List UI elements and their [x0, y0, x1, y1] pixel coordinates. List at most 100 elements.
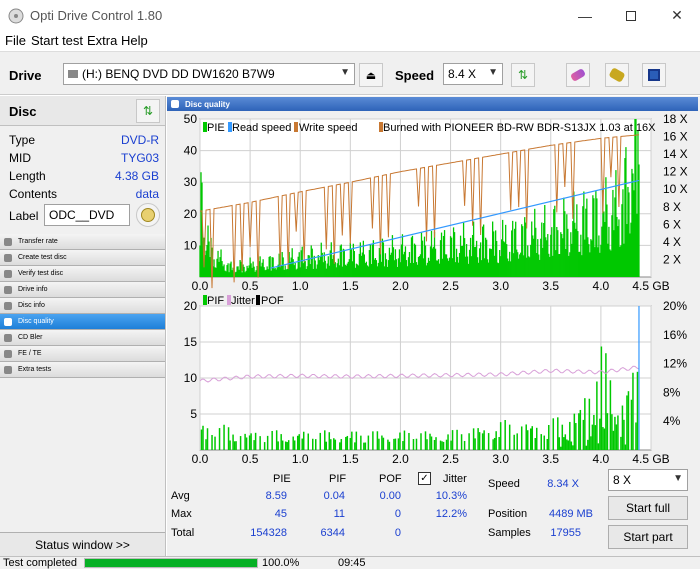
nav-label: CD Bler	[18, 334, 43, 341]
nav-disc-quality[interactable]: Disc quality	[0, 314, 165, 330]
stats-max-pif: 11	[333, 508, 345, 520]
disc-length-value: 4.38 GB	[114, 169, 159, 183]
progress-bar	[84, 558, 258, 568]
disc-mid-label: MID	[9, 151, 31, 165]
top-y-right-tick-label: 8 X	[663, 200, 681, 214]
close-button[interactable]: ✕	[654, 0, 700, 31]
legend-write-speed: Write speed	[299, 122, 358, 134]
top-x-tick-label: 2.5	[442, 279, 459, 293]
app-logo-icon	[8, 8, 24, 24]
stats-panel: PIE PIF POF ✓ Jitter Avg 8.59 0.04 0.00 …	[167, 466, 700, 556]
refresh-icon: ⇅	[142, 104, 154, 118]
elapsed-time: 09:45	[338, 557, 366, 569]
nav-label: Drive info	[18, 286, 48, 293]
legend-pof: POF	[261, 295, 284, 307]
jitter-checkbox[interactable]: ✓	[418, 472, 431, 485]
bottom-x-tick-label: 4.5 GB	[632, 452, 669, 466]
bottom-x-tick-label: 2.0	[392, 452, 409, 466]
position-label: Position	[488, 508, 528, 520]
nav-label: Disc info	[18, 302, 45, 309]
disc-type-value: DVD-R	[121, 133, 159, 147]
samples-label: Samples	[488, 527, 531, 539]
stats-total-pof: 0	[394, 527, 401, 539]
disc-label-input[interactable]: ODC__DVD	[44, 204, 130, 226]
eject-button[interactable]: ⏏	[359, 63, 383, 87]
disc-mid-value: TYG03	[120, 151, 159, 165]
copy-button[interactable]	[605, 63, 629, 87]
status-text: Test completed	[3, 557, 77, 569]
toolbar: Drive (H:) BENQ DVD DD DW1620 B7W9 ▼ ⏏ S…	[0, 51, 700, 95]
verify-disc-icon	[4, 270, 12, 278]
top-x-tick-label: 1.5	[342, 279, 359, 293]
disc-label-apply-button[interactable]	[136, 203, 160, 227]
refresh-icon: ⇅	[517, 68, 529, 82]
top-y-left-tick-label: 50	[184, 112, 198, 126]
extra-tests-icon	[4, 366, 12, 374]
legend-pie: PIE	[207, 122, 225, 134]
refresh-speed-button[interactable]: ⇅	[511, 63, 535, 87]
title-bar: Opti Drive Control 1.80 — ✕	[0, 0, 700, 31]
stats-max-pie: 45	[274, 508, 287, 520]
menu-start-test[interactable]: Start test	[31, 33, 83, 48]
nav-label: Verify test disc	[18, 270, 64, 277]
nav-drive-info[interactable]: Drive info	[0, 282, 165, 298]
fe-te-icon	[4, 350, 12, 358]
top-y-right-tick-label: 6 X	[663, 217, 681, 231]
drive-label: Drive	[9, 68, 42, 83]
nav-disc-info[interactable]: Disc info	[0, 298, 165, 314]
nav-label: FE / TE	[18, 350, 42, 357]
transfer-rate-icon	[4, 238, 12, 246]
nav-verify-test-disc[interactable]: Verify test disc	[0, 266, 165, 282]
speed-select[interactable]: 8.4 X ▼	[443, 63, 503, 85]
stats-max-label: Max	[171, 508, 192, 520]
menu-file[interactable]: File	[5, 33, 26, 48]
maximize-icon	[626, 10, 636, 21]
menu-help[interactable]: Help	[121, 33, 148, 48]
stats-header-pof: POF	[379, 473, 402, 485]
left-panel: Disc ⇅ Type DVD-R MID TYG03 Length 4.38 …	[0, 96, 166, 556]
save-button[interactable]	[642, 63, 666, 87]
legend-write-swatch	[294, 122, 298, 132]
legend-pof-swatch	[256, 295, 260, 305]
copy-icon	[608, 67, 626, 83]
stats-max-jitter: 12.2%	[435, 508, 467, 520]
minimize-icon: —	[578, 7, 592, 24]
nav-label: Extra tests	[18, 366, 52, 373]
top-y-left-tick-label: 40	[184, 144, 198, 158]
top-y-left-tick-label: 30	[184, 175, 198, 189]
status-window-button[interactable]: Status window >>	[0, 532, 165, 556]
bottom-x-tick-label: 2.5	[442, 452, 459, 466]
maximize-button[interactable]	[608, 0, 654, 31]
cd-bler-icon	[4, 334, 12, 342]
panel-header: Disc quality	[167, 97, 698, 111]
start-part-button[interactable]: Start part	[608, 525, 688, 549]
nav-transfer-rate[interactable]: Transfer rate	[0, 234, 165, 250]
drive-select[interactable]: (H:) BENQ DVD DD DW1620 B7W9 ▼	[63, 63, 355, 85]
stats-avg-pie: 8.59	[265, 490, 287, 502]
nav-create-test-disc[interactable]: Create test disc	[0, 250, 165, 266]
stats-max-pof: 0	[394, 508, 401, 520]
chevron-down-icon: ▼	[673, 473, 683, 484]
speed-stat-value: 8.34 X	[547, 478, 579, 490]
stats-avg-label: Avg	[171, 490, 190, 502]
test-speed-select[interactable]: 8 X ▼	[608, 469, 688, 491]
menu-bar: File Start test Extra Help	[0, 31, 700, 51]
drive-info-icon	[4, 286, 12, 294]
nav-fe-te[interactable]: FE / TE	[0, 346, 165, 362]
stats-header-pie: PIE	[273, 473, 291, 485]
legend-read-speed: Read speed	[232, 122, 291, 134]
menu-extra[interactable]: Extra	[87, 33, 117, 48]
start-full-button[interactable]: Start full	[608, 496, 688, 520]
eraser-icon	[569, 68, 587, 82]
minimize-button[interactable]: —	[562, 0, 608, 31]
disc-refresh-button[interactable]: ⇅	[136, 99, 160, 123]
top-x-tick-label: 0.0	[192, 279, 209, 293]
nav-cd-bler[interactable]: CD Bler	[0, 330, 165, 346]
nav-extra-tests[interactable]: Extra tests	[0, 362, 165, 378]
bottom-y-left-tick-label: 15	[184, 335, 198, 349]
speed-label: Speed	[395, 68, 435, 83]
stats-avg-pof: 0.00	[379, 490, 401, 502]
erase-button[interactable]	[566, 63, 590, 87]
speed-stat-label: Speed	[488, 478, 520, 490]
nav-label: Transfer rate	[18, 238, 58, 245]
